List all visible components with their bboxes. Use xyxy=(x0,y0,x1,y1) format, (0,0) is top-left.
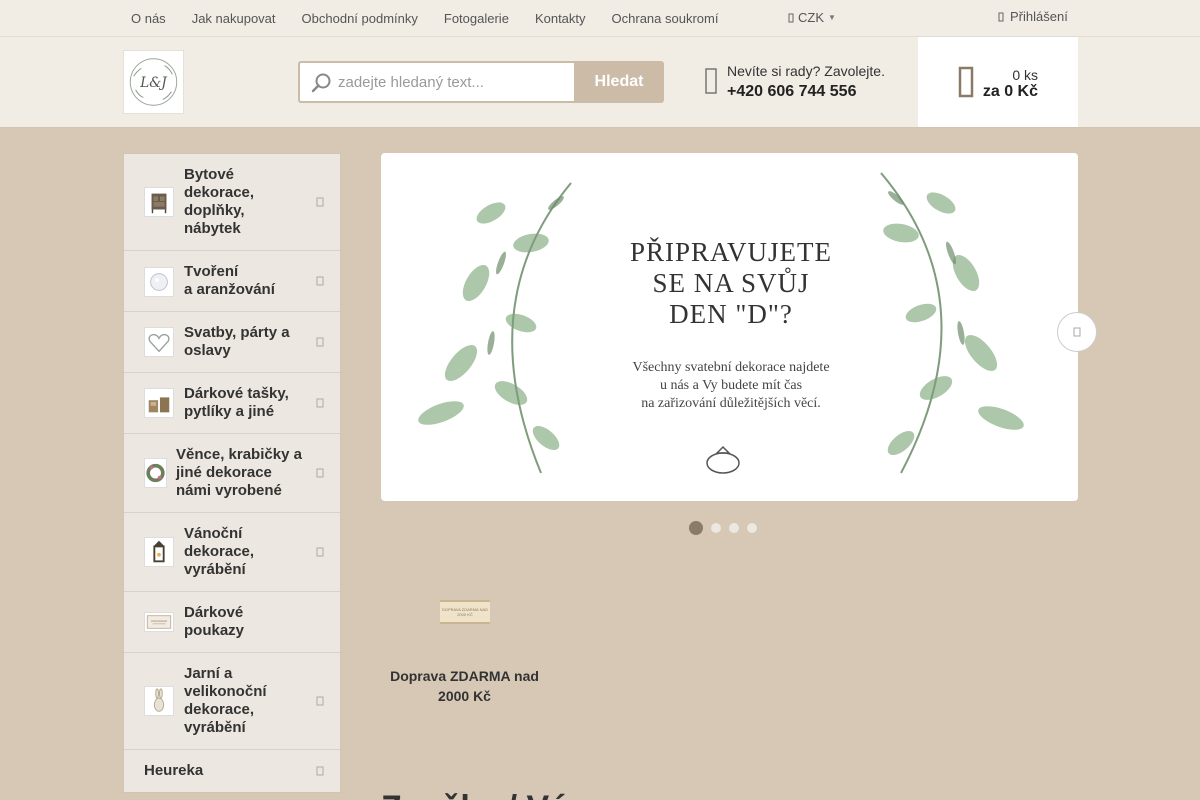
slider-dot-1[interactable] xyxy=(689,521,703,535)
top-navigation: O nás Jak nakupovat Obchodní podmínky Fo… xyxy=(118,0,731,36)
contact-phone[interactable]: +420 606 744 556 xyxy=(727,83,856,101)
chevron-right-icon xyxy=(316,197,324,207)
nav-link-o-nas[interactable]: O nás xyxy=(118,11,179,26)
user-icon xyxy=(998,12,1004,21)
contact-question: Nevíte si rady? Zavolejte. xyxy=(727,63,885,79)
site-logo[interactable]: L&J xyxy=(123,50,184,114)
cart-widget[interactable]: 0 ks za 0 Kč xyxy=(918,37,1078,127)
top-bar: O nás Jak nakupovat Obchodní podmínky Fo… xyxy=(0,0,1200,37)
slider-pagination xyxy=(689,521,757,535)
nav-link-kontakty[interactable]: Kontakty xyxy=(522,11,599,26)
slider-dot-4[interactable] xyxy=(747,523,757,533)
chevron-right-icon xyxy=(316,276,324,286)
sidebar-item-jarni-velikonocni[interactable]: Jarní a velikonoční dekorace, vyrábění xyxy=(124,653,340,750)
search-field-wrapper xyxy=(298,61,574,103)
free-shipping-text: Doprava ZDARMA nad 2000 Kč xyxy=(390,668,539,704)
chevron-right-icon xyxy=(316,696,324,706)
sidebar-item-bytove-dekorace[interactable]: Bytové dekorace, doplňky, nábytek xyxy=(124,154,340,251)
sidebar-item-label: Dárkové poukazy xyxy=(184,604,245,639)
chevron-right-icon xyxy=(316,468,324,478)
sidebar-item-label: Heureka xyxy=(144,762,204,779)
category-thumbnail xyxy=(144,327,174,357)
category-thumbnail xyxy=(144,458,167,488)
banner-headline: PŘIPRAVUJETE SE NA SVŮJ DEN "D"? xyxy=(629,237,833,329)
chevron-right-icon xyxy=(316,547,324,557)
sidebar-item-heureka[interactable]: Heureka xyxy=(124,750,340,792)
sidebar-item-label: Tvoření a aranžování xyxy=(184,263,275,298)
chevron-right-icon xyxy=(316,766,324,776)
nav-link-jak-nakupovat[interactable]: Jak nakupovat xyxy=(179,11,289,26)
sidebar-item-svatby[interactable]: Svatby, párty a oslavy xyxy=(124,312,340,373)
sidebar-item-label: Věnce, krabičky a jiné dekorace námi vyrob… xyxy=(176,446,302,499)
sidebar-item-tvoreni[interactable]: Tvoření a aranžování xyxy=(124,251,340,312)
chevron-right-icon xyxy=(1073,327,1081,337)
category-sidebar: Bytové dekorace, doplňky, nábytek Tvoření a … xyxy=(123,153,341,793)
search-button[interactable]: Hledat xyxy=(574,61,664,103)
slider-dot-2[interactable] xyxy=(711,523,721,533)
search-icon xyxy=(311,73,331,93)
currency-label: CZK xyxy=(798,10,824,25)
currency-icon xyxy=(788,13,794,22)
nav-link-obchodni-podminky[interactable]: Obchodní podmínky xyxy=(289,11,431,26)
sidebar-item-label: Svatby, párty a oslavy xyxy=(184,324,290,359)
cart-total: za 0 Kč xyxy=(982,83,1038,100)
header: L&J Hledat Nevíte si rady? Zavolejte. +4… xyxy=(0,37,1200,128)
category-thumbnail xyxy=(144,686,174,716)
search-bar: Hledat xyxy=(298,61,664,103)
category-thumbnail xyxy=(144,612,174,632)
cart-icon xyxy=(958,66,974,98)
sidebar-item-darkove-tasky[interactable]: Dárkové tašky, pytlíky a jiné xyxy=(124,373,340,434)
chevron-right-icon xyxy=(316,398,324,408)
banner-subtext: Všechny svatební dekorace najdete u nás … xyxy=(632,360,830,411)
sidebar-item-vence-krabicky[interactable]: Věnce, krabičky a jiné dekorace námi vyrob… xyxy=(124,434,340,513)
search-input[interactable] xyxy=(338,63,568,101)
slider-dot-3[interactable] xyxy=(729,523,739,533)
currency-selector[interactable]: CZK ▼ xyxy=(788,10,836,25)
ring-icon xyxy=(706,445,740,474)
sidebar-item-vanocni[interactable]: Vánoční dekorace, vyrábění xyxy=(124,513,340,592)
chevron-down-icon: ▼ xyxy=(828,13,836,22)
nav-link-fotogalerie[interactable]: Fotogalerie xyxy=(431,11,522,26)
category-thumbnail xyxy=(144,267,174,297)
nav-link-ochrana-soukromi[interactable]: Ochrana soukromí xyxy=(599,11,732,26)
slider-next-button[interactable] xyxy=(1057,312,1097,352)
free-shipping-image: DOPRAVA ZDARMA NAD 2000 KČ xyxy=(440,600,490,624)
category-thumbnail xyxy=(144,388,174,418)
sidebar-item-label: Dárkové tašky, pytlíky a jiné xyxy=(184,385,289,420)
sidebar-item-label: Jarní a velikonoční dekorace, vyrábění xyxy=(184,665,267,736)
svg-text:L&J: L&J xyxy=(139,75,168,91)
category-thumbnail xyxy=(144,187,174,217)
sidebar-item-darkove-poukazy[interactable]: Dárkové poukazy xyxy=(124,592,340,653)
chevron-right-icon xyxy=(316,337,324,347)
cart-quantity: 0 ks xyxy=(1012,67,1038,83)
sidebar-item-label: Vánoční dekorace, vyrábění xyxy=(184,525,255,578)
sidebar-item-label: Bytové dekorace, doplňky, nábytek xyxy=(184,166,255,237)
hero-banner[interactable]: PŘIPRAVUJETE SE NA SVŮJ DEN "D"? Všechny… xyxy=(381,153,1078,501)
category-thumbnail xyxy=(144,537,174,567)
section-title: Značky / Výr... xyxy=(381,788,608,800)
login-label: Přihlášení xyxy=(1010,9,1068,24)
phone-icon xyxy=(705,68,717,94)
login-link[interactable]: Přihlášení xyxy=(998,9,1068,24)
